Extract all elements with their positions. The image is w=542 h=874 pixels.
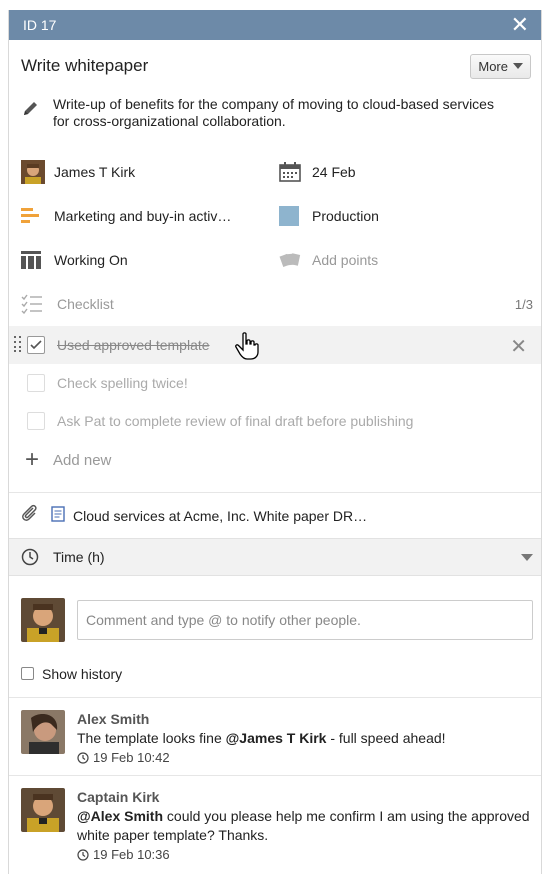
due-date-value: 24 Feb: [312, 164, 356, 180]
cards-icon: [279, 252, 312, 268]
comment-author-avatar: [21, 710, 65, 754]
checklist-item[interactable]: Check spelling twice!: [9, 364, 541, 402]
close-icon[interactable]: ✕: [511, 14, 529, 36]
comment-item: Alex Smith The template looks fine @Jame…: [9, 698, 541, 776]
checklist-title: Checklist: [57, 296, 114, 312]
more-button-label: More: [478, 58, 508, 74]
show-history-toggle[interactable]: Show history: [9, 650, 541, 698]
comment-item: Captain Kirk @Alex Smith could you pleas…: [9, 776, 541, 874]
assignee-name: James T Kirk: [54, 164, 136, 180]
clock-icon: [21, 548, 53, 566]
checklist-item-text: Check spelling twice!: [57, 375, 188, 391]
mention[interactable]: @James T Kirk: [226, 730, 327, 746]
attachment-name: Cloud services at Acme, Inc. White paper…: [73, 507, 368, 524]
document-icon: [51, 506, 73, 525]
status-value: Working On: [54, 252, 128, 268]
time-section-header[interactable]: Time (h): [9, 538, 541, 576]
card-title[interactable]: Write whitepaper: [21, 56, 148, 76]
add-checklist-item-button[interactable]: + Add new: [9, 440, 541, 480]
caret-down-icon: [513, 63, 523, 69]
checklist-checkbox[interactable]: [27, 412, 45, 430]
timestamp-text: 19 Feb 10:36: [93, 847, 170, 862]
description-row[interactable]: Write-up of benefits for the company of …: [9, 92, 541, 150]
checklist-item[interactable]: Used approved template ✕: [9, 326, 541, 364]
checklist-item-text: Ask Pat to complete review of final draf…: [57, 413, 414, 429]
lane-field[interactable]: Marketing and buy-in activ…: [21, 194, 279, 238]
card-id: ID 17: [23, 17, 57, 33]
remove-item-icon[interactable]: ✕: [510, 334, 527, 359]
comment-body: Captain Kirk @Alex Smith could you pleas…: [77, 788, 533, 874]
checklist-checkbox[interactable]: [27, 336, 45, 354]
comment-text-part: - full speed ahead!: [326, 730, 446, 746]
title-row: Write whitepaper More: [9, 40, 541, 92]
time-label: Time (h): [53, 549, 105, 565]
mention[interactable]: @Alex Smith: [77, 808, 163, 824]
more-button[interactable]: More: [470, 53, 531, 79]
checklist-icon: [21, 294, 57, 314]
board-value: Production: [312, 208, 379, 224]
comment-input[interactable]: [77, 600, 533, 640]
comment-author: Captain Kirk: [77, 789, 160, 805]
board-color-swatch: [279, 206, 312, 226]
properties-grid: James T Kirk 24 Feb Marketing and buy-in…: [9, 150, 541, 282]
comment-text: @Alex Smith could you please help me con…: [77, 807, 533, 845]
assignee-field[interactable]: James T Kirk: [21, 150, 279, 194]
checklist-count: 1/3: [514, 296, 533, 312]
new-comment-row: [9, 576, 541, 650]
current-user-avatar: [21, 598, 65, 642]
pencil-icon: [21, 96, 53, 150]
calendar-icon: [279, 162, 312, 182]
attachment-row[interactable]: Cloud services at Acme, Inc. White paper…: [9, 492, 541, 538]
clock-icon: [77, 848, 89, 861]
card-detail-panel: ID 17 ✕ Write whitepaper More Write-up o…: [8, 10, 542, 874]
checklist-item[interactable]: Ask Pat to complete review of final draf…: [9, 402, 541, 440]
checklist-header: Checklist 1/3: [9, 282, 541, 326]
comment-body: Alex Smith The template looks fine @Jame…: [77, 710, 446, 775]
add-new-label: Add new: [53, 451, 112, 469]
comment-text-part: The template looks fine: [77, 730, 226, 746]
comment-timestamp: 19 Feb 10:36: [77, 845, 533, 864]
comment-text: The template looks fine @James T Kirk - …: [77, 729, 446, 748]
clock-icon: [77, 751, 89, 764]
show-history-label: Show history: [42, 665, 123, 682]
card-header-bar: ID 17 ✕: [9, 10, 541, 40]
comment-timestamp: 19 Feb 10:42: [77, 748, 446, 767]
drag-handle-icon[interactable]: [14, 336, 22, 355]
checklist-item-text: Used approved template: [57, 337, 210, 353]
assignee-avatar: [21, 160, 54, 184]
checklist-checkbox[interactable]: [27, 374, 45, 392]
comment-author: Alex Smith: [77, 711, 150, 727]
board-field[interactable]: Production: [279, 194, 537, 238]
timestamp-text: 19 Feb 10:42: [93, 750, 170, 765]
plus-icon: +: [25, 446, 40, 473]
status-field[interactable]: Working On: [21, 238, 279, 282]
points-placeholder: Add points: [312, 252, 379, 268]
lane-value: Marketing and buy-in activ…: [54, 208, 232, 224]
due-date-field[interactable]: 24 Feb: [279, 150, 537, 194]
description-text: Write-up of benefits for the company of …: [53, 96, 494, 129]
paperclip-icon: [21, 504, 51, 527]
show-history-checkbox[interactable]: [21, 667, 34, 680]
points-field[interactable]: Add points: [279, 238, 537, 282]
hand-cursor-icon: [235, 332, 259, 363]
lane-icon: [21, 207, 54, 225]
comment-author-avatar: [21, 788, 65, 832]
chevron-down-icon[interactable]: [521, 553, 533, 561]
columns-icon: [21, 251, 54, 269]
